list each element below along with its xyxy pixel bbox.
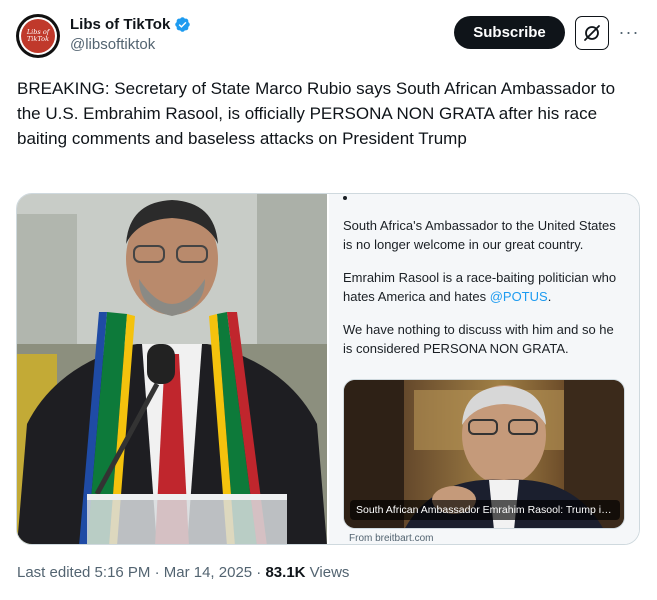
avatar-logo: Libs of TikTok <box>21 19 55 53</box>
ambassador-photo[interactable] <box>17 194 327 544</box>
link-card[interactable]: South African Ambassador Emrahim Rasool:… <box>343 379 625 529</box>
timestamp[interactable]: Last edited 5:16 PM · Mar 14, 2025 · <box>17 564 265 581</box>
author-display-name[interactable]: Libs of TikTok <box>70 16 191 33</box>
tweet-text: BREAKING: Secretary of State Marco Rubio… <box>17 79 616 148</box>
embedded-paragraph-1: South Africa's Ambassador to the United … <box>343 218 616 252</box>
views-label: Views <box>305 564 350 581</box>
verified-badge-icon <box>175 17 191 32</box>
author-names: Libs of TikTok @libsoftiktok <box>70 16 191 53</box>
more-options-icon[interactable]: ··· <box>616 16 642 48</box>
subscribe-button[interactable]: Subscribe <box>454 16 565 49</box>
tweet-meta: Last edited 5:16 PM · Mar 14, 2025 · 83.… <box>17 564 349 581</box>
potus-mention-link[interactable]: @POTUS <box>490 289 548 304</box>
media-container[interactable]: South Africa's Ambassador to the United … <box>16 193 640 545</box>
link-card-caption: South African Ambassador Emrahim Rasool:… <box>350 500 620 520</box>
link-card-source[interactable]: From breitbart.com <box>349 533 433 544</box>
views-count[interactable]: 83.1K <box>265 564 305 581</box>
embedded-paragraph-2: Emrahim Rasool is a race-baiting politic… <box>343 270 617 304</box>
tweet-header: Libs of TikTok Libs of TikTok @libsoftik… <box>16 14 641 62</box>
embedded-post-screenshot[interactable]: South Africa's Ambassador to the United … <box>329 194 639 544</box>
embedded-paragraph-3: We have nothing to discuss with him and … <box>343 322 614 356</box>
embedded-post-text: South Africa's Ambassador to the United … <box>343 216 623 372</box>
author-handle[interactable]: @libsoftiktok <box>70 36 191 53</box>
avatar[interactable]: Libs of TikTok <box>16 14 60 58</box>
grok-icon[interactable] <box>575 16 609 50</box>
